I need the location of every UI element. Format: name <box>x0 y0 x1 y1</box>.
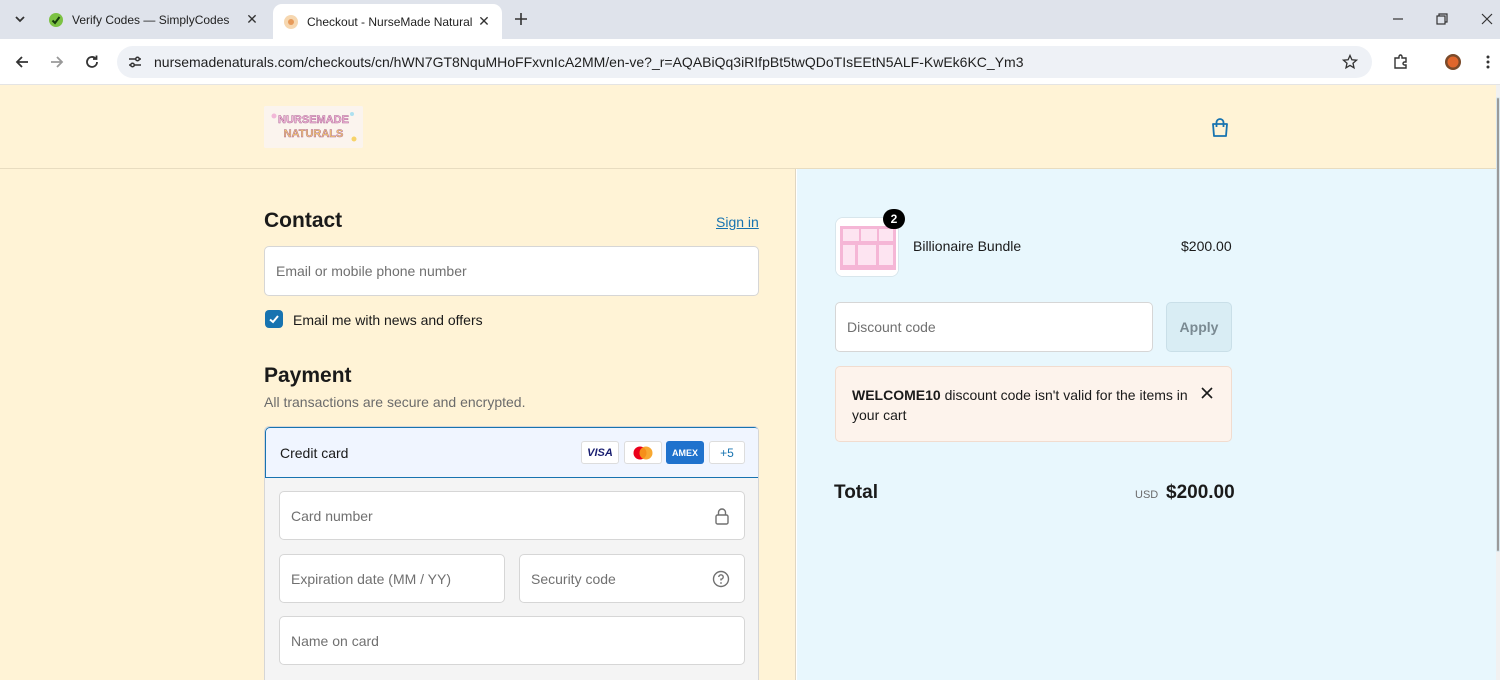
total-currency: USD <box>1135 489 1159 501</box>
total-label: Total <box>834 482 878 503</box>
restore-window-button[interactable] <box>1431 8 1453 30</box>
forward-button[interactable] <box>45 50 69 74</box>
tab-title: Checkout - NurseMade Natural <box>307 14 473 29</box>
amex-logo: AMEX <box>666 441 704 464</box>
profile-avatar-button[interactable] <box>1441 50 1465 74</box>
expiration-placeholder: Expiration date (MM / YY) <box>291 570 452 587</box>
discount-error-message: WELCOME10 discount code isn't valid for … <box>852 385 1192 425</box>
payment-heading: Payment <box>264 364 352 387</box>
security-code-field[interactable]: Security code <box>519 554 745 603</box>
close-tab-icon[interactable]: ✕ <box>244 11 260 28</box>
chevron-down-icon <box>15 16 25 23</box>
scrollbar-thumb[interactable] <box>1496 97 1500 552</box>
name-on-card-placeholder: Name on card <box>291 632 379 649</box>
contact-heading: Contact <box>264 209 343 232</box>
apply-discount-button[interactable]: Apply <box>1166 302 1232 352</box>
shopping-bag-icon[interactable] <box>1207 115 1233 141</box>
card-number-placeholder: Card number <box>291 507 373 524</box>
store-logo[interactable]: NURSEMADE NATURALS <box>264 106 363 148</box>
item-name: Billionaire Bundle <box>913 238 1022 254</box>
browser-tab-strip: Verify Codes — SimplyCodes ✕ Checkout - … <box>0 0 1500 39</box>
site-settings-icon[interactable] <box>125 52 145 72</box>
back-button[interactable] <box>10 50 34 74</box>
checkout-page: NURSEMADE NATURALS Contact Sign in Email… <box>0 85 1496 680</box>
avatar-icon <box>1445 54 1461 70</box>
more-vertical-icon <box>1486 55 1490 69</box>
new-tab-button[interactable] <box>510 8 532 30</box>
payment-subtitle: All transactions are secure and encrypte… <box>264 394 526 410</box>
reload-icon <box>86 55 98 68</box>
close-icon <box>1481 13 1493 25</box>
tab-search-button[interactable] <box>8 7 32 31</box>
url-text: nursemadenaturals.com/checkouts/cn/hWN7G… <box>154 54 1024 70</box>
simplycodes-favicon-icon <box>48 12 64 28</box>
item-quantity-badge: 2 <box>883 209 905 229</box>
tab-simplycodes[interactable]: Verify Codes — SimplyCodes ✕ <box>38 4 270 35</box>
discount-error-banner: WELCOME10 discount code isn't valid for … <box>835 366 1232 442</box>
newsletter-label: Email me with news and offers <box>293 312 483 328</box>
arrow-left-icon <box>15 56 28 68</box>
restore-icon <box>1436 13 1448 25</box>
credit-card-label: Credit card <box>280 445 349 461</box>
expiration-date-field[interactable]: Expiration date (MM / YY) <box>279 554 505 603</box>
puzzle-icon <box>1394 54 1407 69</box>
browser-menu-button[interactable] <box>1476 50 1500 74</box>
more-card-brands-badge[interactable]: +5 <box>709 441 745 464</box>
sign-in-link[interactable]: Sign in <box>716 214 759 230</box>
discount-code-placeholder: Discount code <box>847 319 936 335</box>
visa-logo: VISA <box>581 441 619 464</box>
checkmark-icon <box>269 315 279 324</box>
error-discount-code: WELCOME10 <box>852 387 941 403</box>
page-scrollbar[interactable] <box>1496 85 1500 680</box>
payment-methods: Credit card VISA AMEX +5 Card number Exp… <box>264 426 759 680</box>
minimize-window-button[interactable] <box>1387 8 1409 30</box>
minimize-icon <box>1393 18 1403 20</box>
newsletter-checkbox[interactable] <box>265 310 283 328</box>
tab-title: Verify Codes — SimplyCodes <box>72 12 230 27</box>
arrow-right-icon <box>51 56 64 68</box>
name-on-card-field[interactable]: Name on card <box>279 616 745 665</box>
nursemade-favicon-icon <box>283 14 299 30</box>
svg-text:NURSEMADE: NURSEMADE <box>278 114 349 126</box>
plus-icon <box>515 13 527 25</box>
store-header: NURSEMADE NATURALS <box>0 85 1496 169</box>
bookmark-star-icon[interactable] <box>1340 52 1360 72</box>
card-number-field[interactable]: Card number <box>279 491 745 540</box>
mastercard-logo-icon <box>624 441 662 464</box>
email-placeholder: Email or mobile phone number <box>276 263 467 279</box>
email-field[interactable]: Email or mobile phone number <box>264 246 759 296</box>
help-circle-icon[interactable] <box>712 570 730 588</box>
close-icon[interactable] <box>1199 385 1215 401</box>
extensions-button[interactable] <box>1389 50 1413 74</box>
close-window-button[interactable] <box>1476 8 1498 30</box>
svg-text:NATURALS: NATURALS <box>284 128 344 140</box>
item-price: $200.00 <box>1181 238 1232 254</box>
total-amount: $200.00 <box>1166 482 1235 503</box>
credit-card-option[interactable]: Credit card VISA AMEX +5 <box>265 427 758 478</box>
discount-code-field[interactable]: Discount code <box>835 302 1153 352</box>
address-bar[interactable]: nursemadenaturals.com/checkouts/cn/hWN7G… <box>117 46 1372 78</box>
tab-checkout[interactable]: Checkout - NurseMade Natural ✕ <box>273 4 502 39</box>
lock-icon <box>715 508 729 525</box>
close-tab-icon[interactable]: ✕ <box>476 13 492 30</box>
browser-toolbar: nursemadenaturals.com/checkouts/cn/hWN7G… <box>0 39 1500 85</box>
security-code-placeholder: Security code <box>531 570 616 587</box>
reload-button[interactable] <box>80 50 104 74</box>
